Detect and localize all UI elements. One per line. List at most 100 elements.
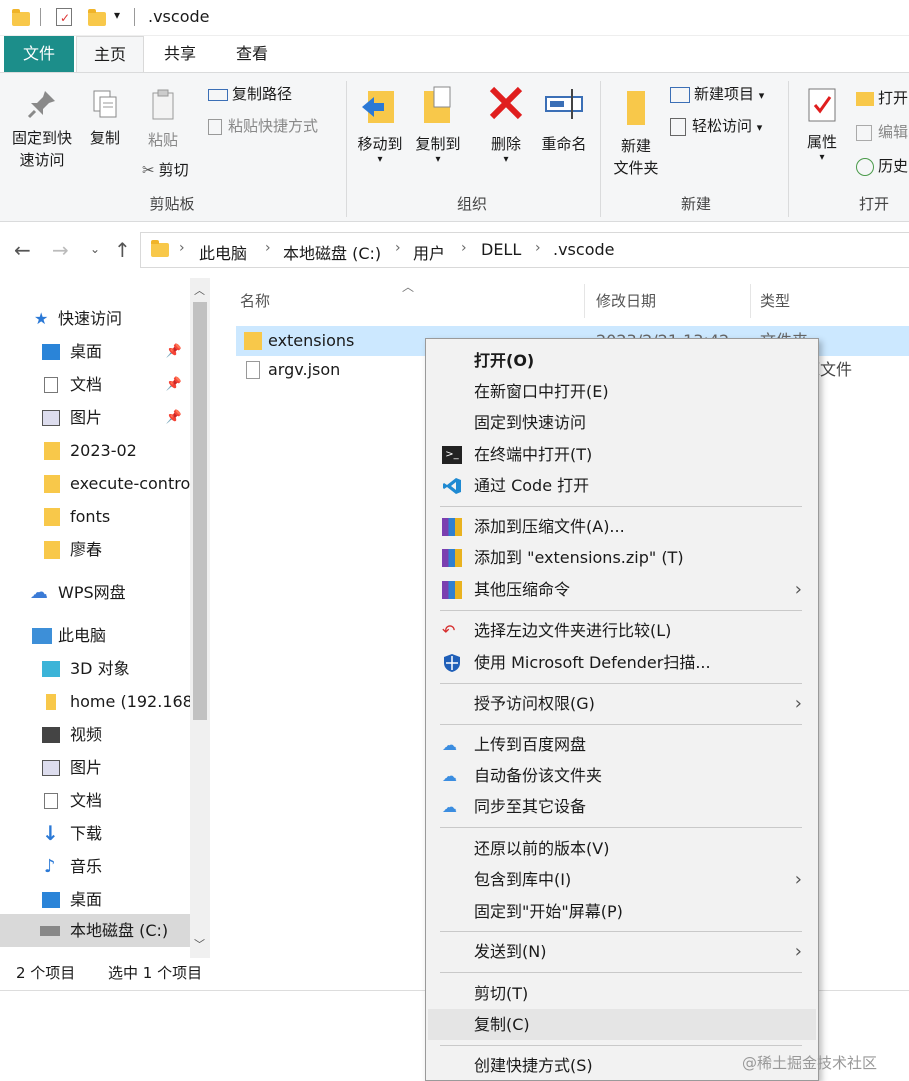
- properties-button[interactable]: 属性 ▾: [798, 85, 846, 163]
- edit-icon: [856, 124, 872, 141]
- sidebar-item-2023-02[interactable]: 2023-02: [0, 434, 190, 467]
- menu-item-grant-access[interactable]: 授予访问权限(G) ›: [428, 688, 816, 719]
- pin-icon[interactable]: 📌: [166, 335, 182, 368]
- forward-arrow-icon[interactable]: →: [52, 238, 69, 262]
- sidebar-item-fonts[interactable]: fonts: [0, 500, 190, 533]
- menu-item-pin-quick-access[interactable]: 固定到快速访问: [428, 407, 816, 438]
- sidebar-item-local-disk[interactable]: 本地磁盘 (C:): [0, 914, 190, 947]
- document-icon: [44, 793, 58, 809]
- chevron-right-icon[interactable]: ›: [265, 240, 271, 256]
- menu-item-include-library[interactable]: 包含到库中(I) ›: [428, 864, 816, 895]
- sidebar-item-execute-control[interactable]: execute-contro: [0, 467, 190, 500]
- open-button[interactable]: 打开: [856, 87, 908, 109]
- pin-icon[interactable]: 📌: [166, 368, 182, 401]
- sidebar-item-pictures-pc[interactable]: 图片: [0, 751, 190, 784]
- sidebar-item-documents[interactable]: 文档 📌: [0, 368, 190, 401]
- new-folder-button[interactable]: 新建 文件夹: [606, 85, 666, 179]
- copy-button[interactable]: 复制: [82, 87, 128, 149]
- tab-view[interactable]: 查看: [222, 36, 282, 72]
- breadcrumb-users[interactable]: 用户: [413, 240, 445, 264]
- sidebar-item-desktop-pc[interactable]: 桌面: [0, 883, 190, 916]
- sidebar-scroll-thumb[interactable]: [193, 302, 207, 720]
- chevron-right-icon[interactable]: ›: [395, 240, 401, 256]
- up-arrow-icon[interactable]: ↑: [114, 238, 131, 262]
- menu-item-cut[interactable]: 剪切(T): [428, 978, 816, 1009]
- delete-button[interactable]: 删除 ▾: [482, 83, 530, 165]
- pin-icon[interactable]: 📌: [166, 401, 182, 434]
- copy-to-button[interactable]: 复制到 ▾: [410, 83, 466, 165]
- sidebar-item-documents-pc[interactable]: 文档: [0, 784, 190, 817]
- tab-home[interactable]: 主页: [76, 36, 144, 72]
- new-folder-icon[interactable]: [88, 9, 106, 26]
- menu-item-copy[interactable]: 复制(C): [428, 1009, 816, 1040]
- breadcrumb-dell[interactable]: DELL: [481, 240, 521, 259]
- column-header-type[interactable]: 类型: [760, 290, 790, 311]
- recent-chevron-down-icon[interactable]: ⌄: [90, 242, 100, 256]
- scroll-down-icon[interactable]: ﹀: [194, 936, 205, 952]
- cut-button[interactable]: ✂ 剪切: [142, 159, 189, 181]
- sidebar-item-pictures[interactable]: 图片 📌: [0, 401, 190, 434]
- menu-item-upload-baidu[interactable]: ☁ 上传到百度网盘: [428, 729, 816, 760]
- menu-item-restore-versions[interactable]: 还原以前的版本(V): [428, 833, 816, 864]
- menu-item-pin-start[interactable]: 固定到"开始"屏幕(P): [428, 896, 816, 927]
- column-header-date[interactable]: 修改日期: [596, 290, 656, 311]
- folder-icon: [44, 475, 60, 493]
- move-to-button[interactable]: 移动到 ▾: [352, 83, 408, 165]
- history-button[interactable]: 历史: [856, 155, 908, 177]
- breadcrumb-vscode[interactable]: .vscode: [553, 240, 614, 259]
- sidebar-item-quick-access[interactable]: ★ 快速访问: [0, 302, 190, 335]
- chevron-right-icon[interactable]: ›: [179, 240, 185, 256]
- menu-item-open-in-terminal[interactable]: >_ 在终端中打开(T): [428, 439, 816, 470]
- copy-path-button[interactable]: 复制路径: [208, 83, 292, 105]
- easy-access-button[interactable]: 轻松访问 ▾: [670, 115, 762, 139]
- chevron-down-icon[interactable]: ▾: [114, 8, 120, 22]
- sidebar-item-videos[interactable]: 视频: [0, 718, 190, 751]
- chevron-right-icon: ›: [794, 941, 802, 962]
- sidebar-item-downloads[interactable]: ↓ 下载: [0, 817, 190, 850]
- menu-item-add-to-archive[interactable]: 添加到压缩文件(A)...: [428, 511, 816, 542]
- address-bar[interactable]: › 此电脑 › 本地磁盘 (C:) › 用户 › DELL › .vscode: [140, 232, 909, 268]
- breadcrumb-local-disk[interactable]: 本地磁盘 (C:): [283, 240, 381, 264]
- menu-item-defender-scan[interactable]: 使用 Microsoft Defender扫描...: [428, 647, 816, 678]
- sidebar-item-music[interactable]: ♪ 音乐: [0, 850, 190, 883]
- scroll-up-icon[interactable]: ︿: [194, 282, 205, 298]
- scissors-icon: ✂: [142, 161, 155, 179]
- sidebar-item-this-pc[interactable]: 此电脑: [0, 619, 190, 652]
- tab-share[interactable]: 共享: [150, 36, 210, 72]
- paste-shortcut-button[interactable]: 粘贴快捷方式: [208, 115, 318, 137]
- sidebar-item-desktop[interactable]: 桌面 📌: [0, 335, 190, 368]
- menu-item-send-to[interactable]: 发送到(N) ›: [428, 936, 816, 967]
- folder-icon: [44, 508, 60, 526]
- menu-item-other-compress[interactable]: 其他压缩命令 ›: [428, 574, 816, 605]
- menu-item-open-with-code[interactable]: 通过 Code 打开: [428, 470, 816, 501]
- sidebar-item-home-network[interactable]: home (192.168: [0, 685, 190, 718]
- properties-icon[interactable]: ✓: [56, 8, 72, 26]
- rename-button[interactable]: 重命名: [536, 83, 592, 155]
- sidebar-item-wps-drive[interactable]: ☁ WPS网盘: [0, 576, 190, 609]
- breadcrumb-this-pc[interactable]: 此电脑: [199, 240, 247, 264]
- menu-item-open[interactable]: 打开(O): [428, 345, 816, 376]
- back-arrow-icon[interactable]: ←: [14, 238, 31, 262]
- sidebar-item-3d-objects[interactable]: 3D 对象: [0, 652, 190, 685]
- sidebar-item-liaochun[interactable]: 廖春: [0, 533, 190, 566]
- new-item-button[interactable]: 新建项目 ▾: [670, 83, 764, 107]
- menu-item-open-new-window[interactable]: 在新窗口中打开(E): [428, 376, 816, 407]
- desktop-icon: [42, 892, 60, 908]
- status-selected-count: 选中 1 个项目: [108, 964, 203, 982]
- winrar-icon: [442, 549, 462, 567]
- column-header-name[interactable]: 名称: [240, 290, 270, 311]
- chevron-right-icon[interactable]: ›: [535, 240, 541, 256]
- menu-item-sync-devices[interactable]: ☁ 同步至其它设备: [428, 791, 816, 822]
- chevron-right-icon[interactable]: ›: [461, 240, 467, 256]
- shortcut-icon: [208, 118, 222, 135]
- chevron-right-icon: ›: [794, 579, 802, 600]
- menu-item-compare-left[interactable]: ↶ 选择左边文件夹进行比较(L): [428, 615, 816, 646]
- edit-button[interactable]: 编辑: [856, 121, 908, 143]
- pin-icon: [27, 91, 55, 119]
- paste-button[interactable]: 粘贴: [140, 87, 186, 151]
- menu-item-add-to-zip[interactable]: 添加到 "extensions.zip" (T): [428, 542, 816, 573]
- network-drive-icon: [46, 694, 56, 710]
- menu-item-auto-backup[interactable]: ☁ 自动备份该文件夹: [428, 760, 816, 791]
- pin-quick-access-button[interactable]: 固定到快 速访问: [6, 87, 78, 171]
- tab-file[interactable]: 文件: [4, 36, 74, 72]
